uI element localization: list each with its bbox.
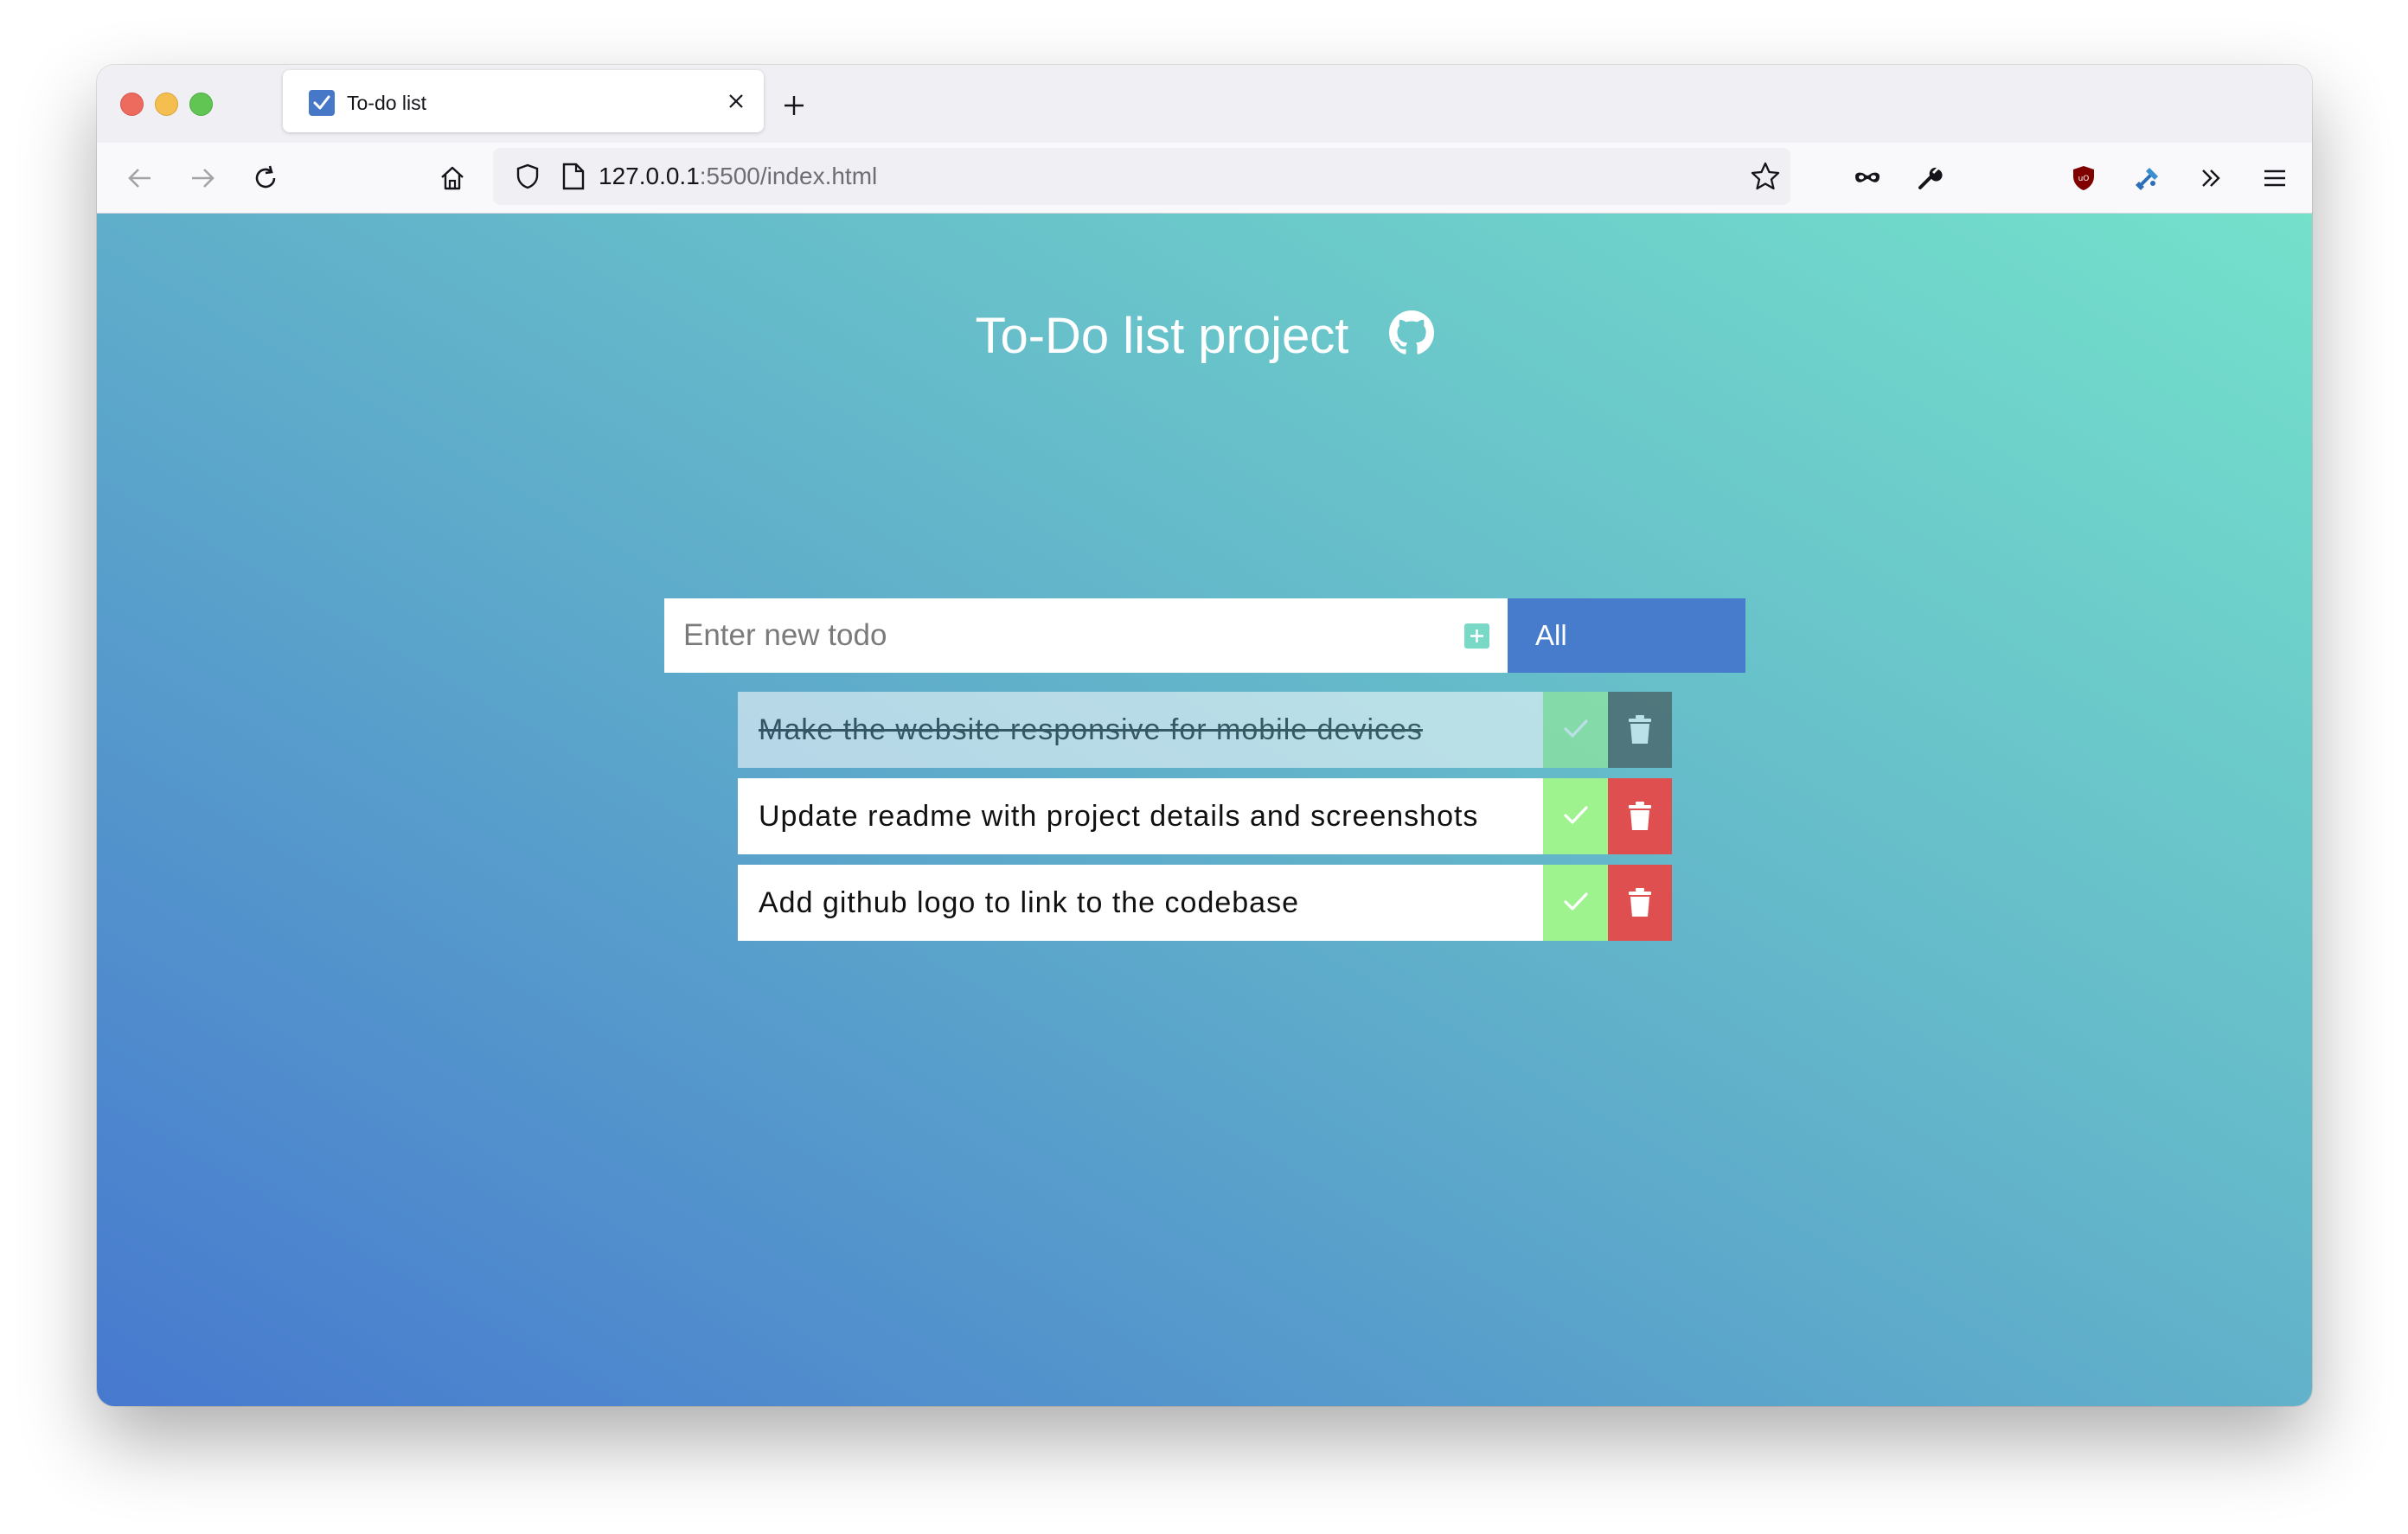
svg-text:uO: uO bbox=[2078, 175, 2090, 183]
todo-input[interactable] bbox=[664, 598, 1508, 673]
new-tab-button[interactable] bbox=[776, 87, 810, 122]
arrow-left-icon bbox=[128, 169, 150, 188]
url-text[interactable]: 127.0.0.1:5500/index.html bbox=[599, 162, 877, 191]
trash-icon bbox=[1629, 802, 1651, 830]
tab-strip: To-do list bbox=[97, 65, 2312, 143]
home-button[interactable] bbox=[434, 160, 471, 196]
checkmark-icon bbox=[1564, 892, 1588, 911]
checkbox-icon bbox=[309, 90, 335, 116]
delete-button[interactable] bbox=[1608, 778, 1672, 854]
private-mask-button[interactable] bbox=[1849, 160, 1886, 196]
arrow-right-icon bbox=[192, 169, 215, 188]
checkmark-icon bbox=[1564, 719, 1588, 738]
page-title: To-Do list project bbox=[975, 307, 1349, 364]
star-icon[interactable] bbox=[1749, 160, 1782, 193]
todo-text: Update readme with project details and s… bbox=[738, 778, 1543, 854]
forward-button[interactable] bbox=[184, 160, 221, 196]
minimize-window-button[interactable] bbox=[155, 93, 178, 116]
hamburger-menu-icon bbox=[2264, 169, 2285, 187]
trash-icon bbox=[1629, 888, 1651, 917]
mask-icon bbox=[1855, 172, 1880, 182]
todo-list: Make the website responsive for mobile d… bbox=[738, 692, 1672, 951]
plus-square-icon bbox=[1470, 630, 1483, 642]
wrench-icon bbox=[1918, 167, 1943, 189]
home-icon bbox=[441, 166, 464, 190]
reload-icon bbox=[255, 165, 276, 189]
navigation-bar: 127.0.0.1:5500/index.html uO bbox=[97, 143, 2312, 214]
reload-button[interactable] bbox=[247, 160, 284, 196]
page-header: To-Do list project bbox=[97, 303, 2312, 367]
url-host: 127.0.0.1 bbox=[599, 163, 700, 189]
todo-item: Update readme with project details and s… bbox=[738, 778, 1672, 854]
todo-text: Add github logo to link to the codebase bbox=[738, 865, 1543, 941]
add-todo-button[interactable] bbox=[1464, 623, 1489, 649]
chevron-double-right-icon bbox=[2202, 169, 2220, 187]
todo-form: All bbox=[664, 598, 1745, 673]
plus-icon bbox=[785, 96, 804, 115]
todo-item: Add github logo to link to the codebase bbox=[738, 865, 1672, 941]
complete-button[interactable] bbox=[1543, 865, 1608, 941]
maximize-window-button[interactable] bbox=[189, 93, 213, 116]
tab-todo-list[interactable]: To-do list bbox=[283, 70, 764, 132]
filter-select[interactable]: All bbox=[1508, 598, 1745, 673]
ublock-button[interactable]: uO bbox=[2065, 160, 2102, 196]
delete-button[interactable] bbox=[1608, 692, 1672, 768]
close-window-button[interactable] bbox=[120, 93, 144, 116]
todo-item: Make the website responsive for mobile d… bbox=[738, 692, 1672, 768]
complete-button[interactable] bbox=[1543, 778, 1608, 854]
trash-icon bbox=[1629, 715, 1651, 744]
tab-title: To-do list bbox=[347, 92, 427, 114]
address-bar[interactable]: 127.0.0.1:5500/index.html bbox=[493, 148, 1790, 205]
shield-icon[interactable] bbox=[514, 163, 541, 190]
browser-window: To-do list 127.0.0.1:5500/index.html uO … bbox=[97, 65, 2312, 1406]
page-content: To-Do list project All Make the website … bbox=[97, 214, 2312, 1406]
todo-text: Make the website responsive for mobile d… bbox=[738, 692, 1543, 768]
complete-button[interactable] bbox=[1543, 692, 1608, 768]
puzzle-extension-icon bbox=[2136, 168, 2158, 190]
delete-button[interactable] bbox=[1608, 865, 1672, 941]
close-icon[interactable] bbox=[720, 86, 752, 117]
page-icon bbox=[562, 163, 585, 190]
extension-button[interactable] bbox=[2129, 160, 2166, 196]
github-icon[interactable] bbox=[1388, 309, 1434, 355]
devtools-button[interactable] bbox=[1912, 160, 1948, 196]
ublock-shield-icon: uO bbox=[2073, 166, 2094, 190]
more-tools-button[interactable] bbox=[2193, 160, 2229, 196]
menu-button[interactable] bbox=[2257, 160, 2293, 196]
checkmark-icon bbox=[1564, 806, 1588, 824]
back-button[interactable] bbox=[122, 160, 158, 196]
url-path: :5500/index.html bbox=[699, 163, 878, 189]
